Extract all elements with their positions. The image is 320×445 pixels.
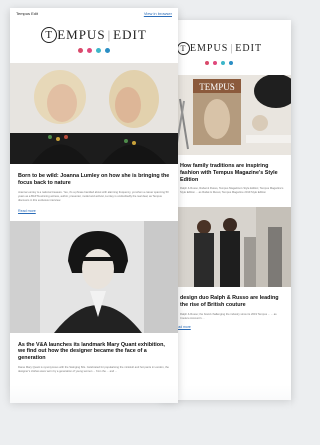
article-image-mary-quant[interactable]: [10, 220, 178, 333]
brand-logo[interactable]: T EMPUS | EDIT: [160, 42, 291, 55]
bottom-fade: [0, 385, 291, 445]
logo-name: EMPUS: [189, 43, 229, 54]
email-topbar: Tempus Edit View in browser: [10, 8, 178, 19]
logo-edit: EDIT: [113, 27, 147, 42]
logo-name: EMPUS: [57, 27, 106, 42]
social-links: [10, 48, 178, 53]
front-email-preview: Tempus Edit View in browser T EMPUS | ED…: [10, 8, 178, 403]
pinterest-icon[interactable]: [228, 61, 233, 65]
social-links: [160, 61, 291, 65]
twitter-icon[interactable]: [220, 61, 225, 65]
logo-letter: T: [41, 27, 58, 43]
article-body: Ralph & Russo, Rabat & Russo, Tempus Mag…: [180, 187, 284, 195]
article-body: Ralph & Russo; the brand challenging the…: [180, 312, 277, 320]
logo-edit: EDIT: [235, 43, 263, 54]
read-more-link[interactable]: Read more: [10, 209, 178, 213]
pinterest-icon[interactable]: [105, 48, 110, 53]
article-image-magazine[interactable]: TEMPUS: [160, 75, 291, 155]
read-more-link[interactable]: Read more: [160, 325, 291, 329]
email-sender: Tempus Edit: [16, 11, 39, 16]
facebook-icon[interactable]: [204, 61, 209, 65]
article-body: Dame Mary Quant is synonymous with the S…: [18, 365, 169, 373]
brand-logo[interactable]: T EMPUS | EDIT: [10, 27, 178, 43]
article-headline[interactable]: design duo Ralph & Russo are leading the…: [160, 295, 291, 309]
article-image-portrait[interactable]: [10, 63, 178, 164]
article-body: Joanna Lumley is a national treasure. Ye…: [18, 190, 169, 202]
view-in-browser-link[interactable]: View in browser: [144, 11, 172, 16]
article-image-designers[interactable]: [160, 207, 291, 288]
instagram-icon[interactable]: [212, 61, 217, 65]
logo-separator: |: [230, 43, 234, 54]
twitter-icon[interactable]: [96, 48, 101, 53]
article-headline[interactable]: As the V&A launches its landmark Mary Qu…: [10, 342, 178, 362]
back-email-preview: T EMPUS | EDIT TEMPUS How family traditi…: [160, 20, 291, 400]
facebook-icon[interactable]: [78, 48, 83, 53]
instagram-icon[interactable]: [87, 48, 92, 53]
article-headline[interactable]: How family traditions are inspiring fash…: [160, 163, 291, 183]
logo-separator: |: [107, 27, 112, 42]
magazine-cover-title: TEMPUS: [199, 82, 235, 92]
logo-letter: T: [176, 42, 190, 55]
article-headline[interactable]: Born to be wild: Joanna Lumley on how sh…: [10, 173, 178, 187]
